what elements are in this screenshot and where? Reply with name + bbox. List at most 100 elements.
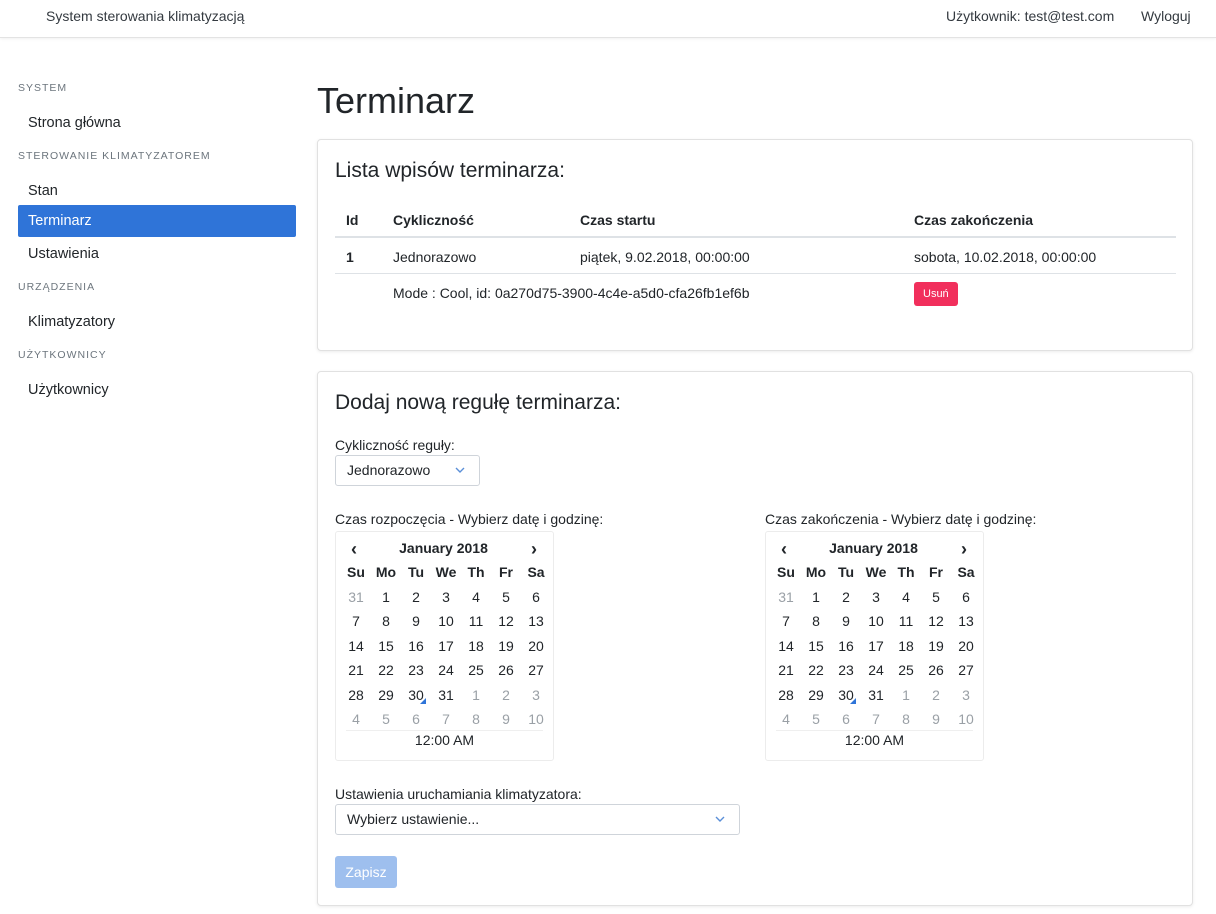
calendar-day[interactable]: 6 bbox=[401, 707, 431, 732]
calendar-day[interactable]: 9 bbox=[401, 609, 431, 634]
calendar-day[interactable]: 6 bbox=[831, 707, 861, 732]
calendar-day[interactable]: 1 bbox=[801, 585, 831, 610]
calendar-day[interactable]: 30 bbox=[831, 683, 861, 708]
calendar-day[interactable]: 11 bbox=[891, 609, 921, 634]
calendar-day[interactable]: 1 bbox=[461, 683, 491, 708]
calendar-day[interactable]: 3 bbox=[861, 585, 891, 610]
calendar-day[interactable]: 31 bbox=[771, 585, 801, 610]
calendar-day[interactable]: 16 bbox=[401, 634, 431, 659]
calendar-day[interactable]: 14 bbox=[771, 634, 801, 659]
calendar-day[interactable]: 21 bbox=[771, 658, 801, 683]
calendar-time-toggle[interactable]: 12:00 AM bbox=[766, 732, 983, 748]
calendar-day[interactable]: 2 bbox=[831, 585, 861, 610]
calendar-day[interactable]: 7 bbox=[771, 609, 801, 634]
calendar-day[interactable]: 5 bbox=[371, 707, 401, 732]
calendar-day[interactable]: 20 bbox=[521, 634, 551, 659]
calendar-day[interactable]: 10 bbox=[521, 707, 551, 732]
calendar-prev-month-button[interactable]: ‹ bbox=[344, 540, 364, 560]
calendar-day[interactable]: 9 bbox=[831, 609, 861, 634]
calendar-day[interactable]: 27 bbox=[951, 658, 981, 683]
calendar-day[interactable]: 12 bbox=[921, 609, 951, 634]
calendar-day[interactable]: 23 bbox=[831, 658, 861, 683]
calendar-day[interactable]: 7 bbox=[431, 707, 461, 732]
calendar-day[interactable]: 31 bbox=[431, 683, 461, 708]
calendar-day[interactable]: 18 bbox=[891, 634, 921, 659]
sidebar-item-status[interactable]: Stan bbox=[18, 175, 296, 207]
calendar-day[interactable]: 15 bbox=[371, 634, 401, 659]
calendar-day[interactable]: 2 bbox=[401, 585, 431, 610]
calendar-day[interactable]: 8 bbox=[891, 707, 921, 732]
calendar-day[interactable]: 17 bbox=[861, 634, 891, 659]
calendar-day[interactable]: 1 bbox=[371, 585, 401, 610]
calendar-day[interactable]: 19 bbox=[491, 634, 521, 659]
calendar-day[interactable]: 25 bbox=[891, 658, 921, 683]
calendar-day[interactable]: 30 bbox=[401, 683, 431, 708]
sidebar-item-users[interactable]: Użytkownicy bbox=[18, 374, 296, 406]
calendar-day[interactable]: 22 bbox=[371, 658, 401, 683]
calendar-day[interactable]: 4 bbox=[771, 707, 801, 732]
calendar-day[interactable]: 12 bbox=[491, 609, 521, 634]
settings-select[interactable]: Wybierz ustawienie... bbox=[335, 804, 740, 835]
calendar-day[interactable]: 23 bbox=[401, 658, 431, 683]
calendar-day[interactable]: 22 bbox=[801, 658, 831, 683]
calendar-day[interactable]: 26 bbox=[921, 658, 951, 683]
calendar-time-toggle[interactable]: 12:00 AM bbox=[336, 732, 553, 748]
calendar-day[interactable]: 7 bbox=[861, 707, 891, 732]
calendar-day[interactable]: 24 bbox=[861, 658, 891, 683]
calendar-day[interactable]: 8 bbox=[461, 707, 491, 732]
calendar-day[interactable]: 3 bbox=[521, 683, 551, 708]
calendar-day[interactable]: 8 bbox=[371, 609, 401, 634]
calendar-day[interactable]: 3 bbox=[951, 683, 981, 708]
calendar-day[interactable]: 16 bbox=[831, 634, 861, 659]
calendar-day[interactable]: 20 bbox=[951, 634, 981, 659]
calendar-day[interactable]: 18 bbox=[461, 634, 491, 659]
calendar-day[interactable]: 13 bbox=[521, 609, 551, 634]
calendar-day[interactable]: 17 bbox=[431, 634, 461, 659]
calendar-day[interactable]: 31 bbox=[861, 683, 891, 708]
calendar-day[interactable]: 8 bbox=[801, 609, 831, 634]
calendar-month-label[interactable]: January 2018 bbox=[806, 540, 941, 556]
calendar-day[interactable]: 27 bbox=[521, 658, 551, 683]
sidebar-item-schedule[interactable]: Terminarz bbox=[18, 205, 296, 237]
calendar-day[interactable]: 4 bbox=[341, 707, 371, 732]
logout-link[interactable]: Wyloguj bbox=[1141, 8, 1191, 24]
calendar-day[interactable]: 6 bbox=[951, 585, 981, 610]
calendar-day[interactable]: 31 bbox=[341, 585, 371, 610]
calendar-day[interactable]: 1 bbox=[891, 683, 921, 708]
calendar-day[interactable]: 5 bbox=[801, 707, 831, 732]
calendar-day[interactable]: 26 bbox=[491, 658, 521, 683]
calendar-day[interactable]: 9 bbox=[921, 707, 951, 732]
delete-button[interactable]: Usuń bbox=[914, 282, 958, 306]
sidebar-item-home[interactable]: Strona główna bbox=[18, 107, 296, 139]
calendar-day[interactable]: 25 bbox=[461, 658, 491, 683]
calendar-day[interactable]: 7 bbox=[341, 609, 371, 634]
calendar-day[interactable]: 10 bbox=[861, 609, 891, 634]
calendar-day[interactable]: 15 bbox=[801, 634, 831, 659]
calendar-day[interactable]: 29 bbox=[801, 683, 831, 708]
calendar-day[interactable]: 4 bbox=[461, 585, 491, 610]
calendar-day[interactable]: 28 bbox=[341, 683, 371, 708]
calendar-prev-month-button[interactable]: ‹ bbox=[774, 540, 794, 560]
calendar-next-month-button[interactable]: › bbox=[524, 540, 544, 560]
calendar-day[interactable]: 28 bbox=[771, 683, 801, 708]
calendar-day[interactable]: 2 bbox=[921, 683, 951, 708]
calendar-day[interactable]: 13 bbox=[951, 609, 981, 634]
calendar-day[interactable]: 4 bbox=[891, 585, 921, 610]
calendar-day[interactable]: 5 bbox=[491, 585, 521, 610]
calendar-day[interactable]: 10 bbox=[951, 707, 981, 732]
calendar-day[interactable]: 2 bbox=[491, 683, 521, 708]
calendar-day[interactable]: 21 bbox=[341, 658, 371, 683]
calendar-next-month-button[interactable]: › bbox=[954, 540, 974, 560]
calendar-day[interactable]: 11 bbox=[461, 609, 491, 634]
calendar-day[interactable]: 9 bbox=[491, 707, 521, 732]
calendar-day[interactable]: 29 bbox=[371, 683, 401, 708]
calendar-day[interactable]: 19 bbox=[921, 634, 951, 659]
save-button[interactable]: Zapisz bbox=[335, 856, 397, 888]
calendar-day[interactable]: 3 bbox=[431, 585, 461, 610]
calendar-day[interactable]: 24 bbox=[431, 658, 461, 683]
calendar-day[interactable]: 5 bbox=[921, 585, 951, 610]
calendar-day[interactable]: 14 bbox=[341, 634, 371, 659]
calendar-day[interactable]: 10 bbox=[431, 609, 461, 634]
app-title[interactable]: System sterowania klimatyzacją bbox=[46, 8, 244, 24]
sidebar-item-settings[interactable]: Ustawienia bbox=[18, 238, 296, 270]
